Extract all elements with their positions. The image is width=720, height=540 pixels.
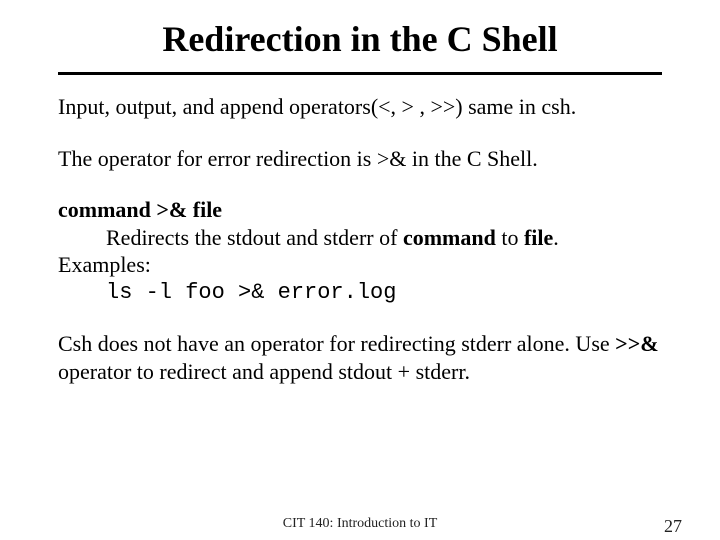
desc-text-b: to <box>496 225 524 250</box>
title-rule <box>58 72 662 75</box>
syntax-line: command >& file <box>58 196 662 224</box>
note-text-a: Csh does not have an operator for redire… <box>58 331 615 356</box>
desc-text-c: . <box>553 225 559 250</box>
desc-command: command <box>403 225 496 250</box>
paragraph-error-op: The operator for error redirection is >&… <box>58 145 662 173</box>
paragraph-intro: Input, output, and append operators(<, >… <box>58 93 662 121</box>
footer-course: CIT 140: Introduction to IT <box>0 516 720 532</box>
desc-file: file <box>524 225 553 250</box>
example-command: ls -l foo >& error.log <box>106 279 662 307</box>
syntax-description: Redirects the stdout and stderr of comma… <box>106 224 662 252</box>
slide: Redirection in the C Shell Input, output… <box>0 0 720 540</box>
desc-text-a: Redirects the stdout and stderr of <box>106 225 403 250</box>
note-operator: >>& <box>615 331 658 356</box>
body: Input, output, and append operators(<, >… <box>58 93 662 385</box>
syntax-block: command >& file Redirects the stdout and… <box>58 196 662 306</box>
page-title: Redirection in the C Shell <box>0 0 720 66</box>
note-text-b: operator to redirect and append stdout +… <box>58 359 470 384</box>
paragraph-note: Csh does not have an operator for redire… <box>58 330 662 385</box>
footer-page-number: 27 <box>664 516 682 537</box>
examples-label: Examples: <box>58 251 662 279</box>
